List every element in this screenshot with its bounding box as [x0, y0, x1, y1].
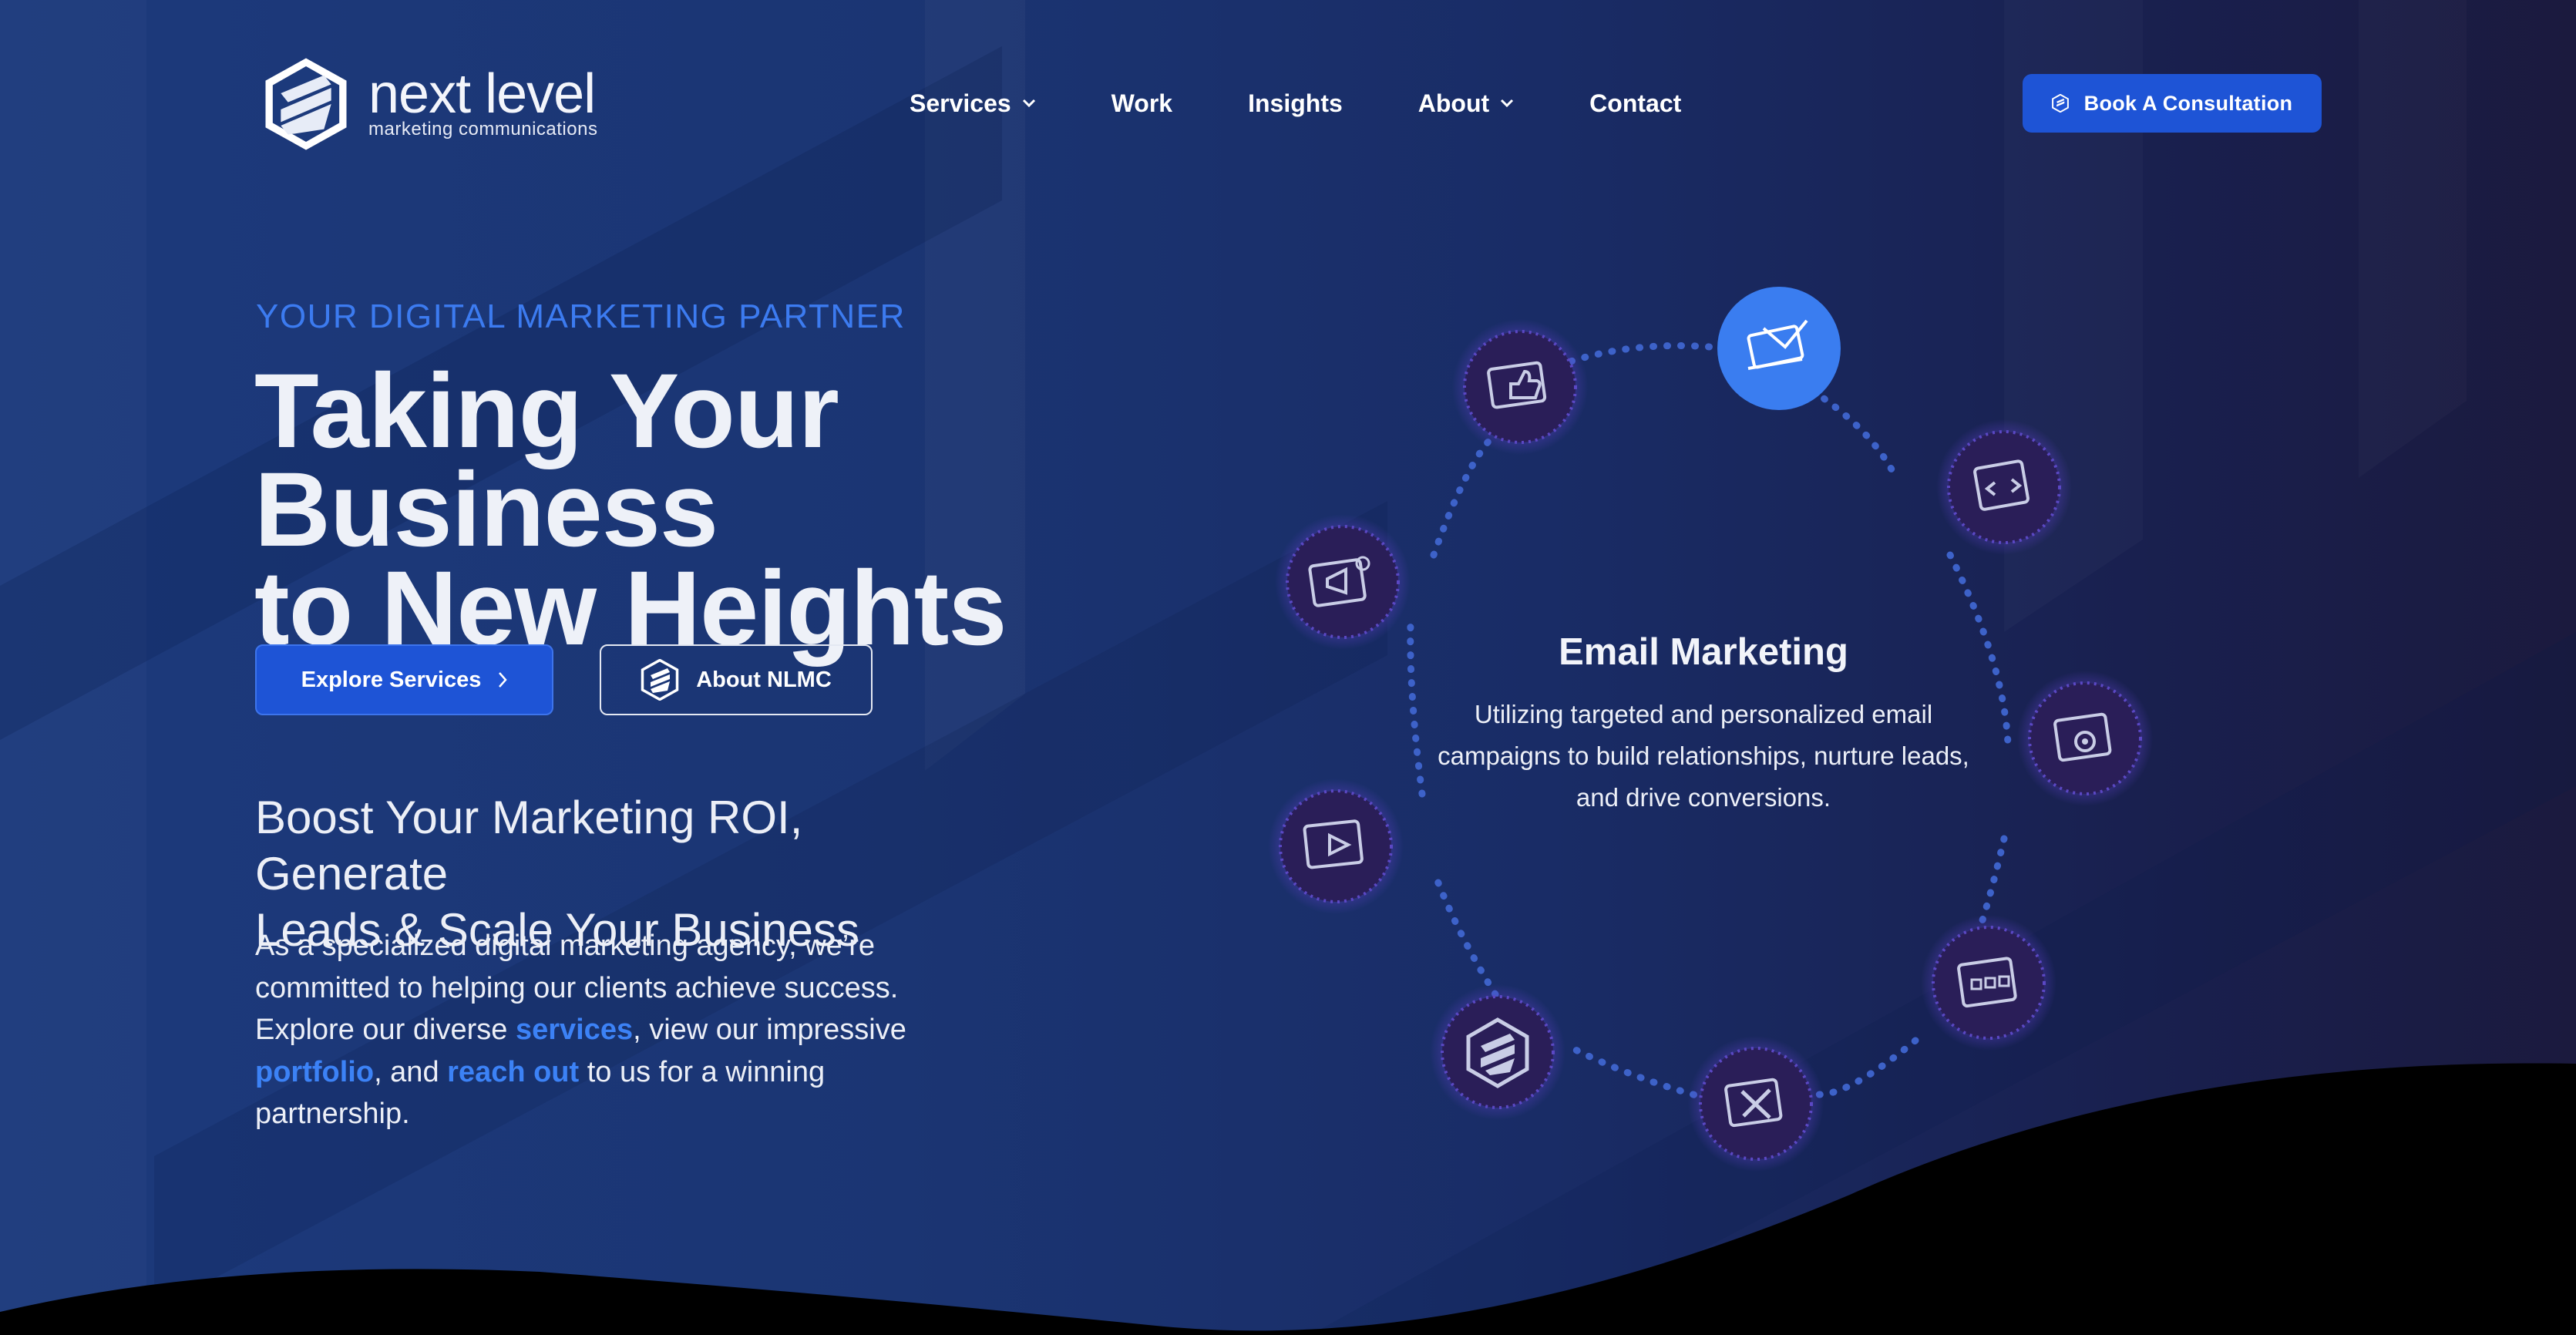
- hero-headline: Taking Your Business to New Heights: [254, 358, 1256, 661]
- nav-item-work[interactable]: Work: [1111, 89, 1172, 118]
- book-consultation-button[interactable]: Book A Consultation: [2023, 74, 2322, 133]
- nav-item-services[interactable]: Services: [910, 89, 1036, 118]
- main-navigation: Services Work Insights About Contact: [910, 82, 1681, 125]
- bottom-wave-divider: [0, 1063, 2576, 1335]
- website-settings-icon[interactable]: [2017, 671, 2153, 806]
- active-service-title: Email Marketing: [1559, 631, 1848, 673]
- nav-item-label: Insights: [1248, 89, 1343, 117]
- hexagon-stripes-logo-icon: [2051, 94, 2069, 113]
- hexagon-stripes-logo-icon: [265, 58, 347, 150]
- book-consultation-label: Book A Consultation: [2083, 91, 2293, 115]
- subhead-line-1: Boost Your Marketing ROI, Generate: [255, 792, 803, 900]
- advertising-icon[interactable]: [1275, 514, 1411, 650]
- chevron-right-icon: [499, 672, 508, 688]
- explore-services-label: Explore Services: [301, 667, 482, 692]
- web-design-icon[interactable]: [1921, 915, 2056, 1051]
- video-marketing-icon[interactable]: [1268, 778, 1404, 914]
- nav-item-label: Services: [910, 89, 1011, 117]
- nav-item-label: About: [1417, 89, 1490, 117]
- about-nlmc-button[interactable]: About NLMC: [600, 644, 873, 715]
- social-media-icon[interactable]: [1452, 319, 1588, 455]
- nav-item-label: Contact: [1589, 89, 1682, 117]
- active-service-description: Utilizing targeted and personalized emai…: [1438, 700, 1969, 812]
- hexagon-stripes-logo-icon: [641, 659, 679, 701]
- nav-item-insights[interactable]: Insights: [1248, 89, 1343, 118]
- chevron-down-icon: [1022, 99, 1035, 108]
- web-development-icon[interactable]: [1936, 419, 2072, 555]
- nav-item-label: Work: [1111, 89, 1173, 117]
- brand-tagline: marketing communications: [368, 119, 598, 140]
- hero-eyebrow: YOUR DIGITAL MARKETING PARTNER: [256, 298, 906, 335]
- explore-services-button[interactable]: Explore Services: [255, 644, 553, 715]
- nav-item-about[interactable]: About: [1418, 89, 1514, 118]
- brand-logo[interactable]: next level marketing communications: [261, 54, 607, 154]
- headline-line-1: Taking Your Business: [254, 352, 839, 569]
- about-nlmc-label: About NLMC: [696, 667, 832, 692]
- chevron-down-icon: [1501, 99, 1514, 108]
- nav-item-contact[interactable]: Contact: [1589, 89, 1681, 118]
- email-marketing-icon[interactable]: [1717, 287, 1841, 410]
- brand-name: next level: [368, 63, 596, 125]
